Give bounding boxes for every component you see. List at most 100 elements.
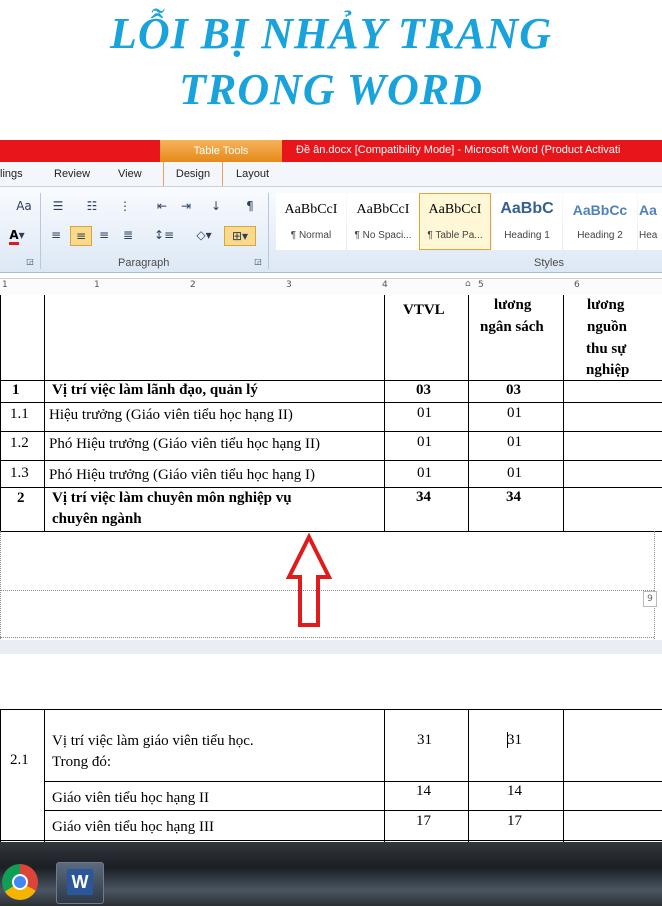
ribbon-separator <box>40 193 41 269</box>
table-tools-contextual-tab: Table Tools <box>160 140 282 162</box>
horizontal-ruler[interactable]: 1 1 2 3 4 5 6 ⌂ <box>0 278 662 296</box>
style-name: Hea <box>639 230 658 241</box>
justify-icon[interactable]: ≣ <box>118 226 138 244</box>
line-spacing-icon[interactable]: ↕≡ <box>150 226 178 244</box>
show-marks-icon[interactable]: ¶ <box>240 197 260 215</box>
indent-marker-icon[interactable]: ⌂ <box>465 279 471 289</box>
row-ngan-sach: 34 <box>506 489 521 505</box>
window-title: Đề ân.docx [Compatibility Mode] - Micros… <box>296 144 621 156</box>
row-vtvl: 01 <box>417 465 432 481</box>
chrome-taskbar-icon[interactable] <box>2 864 38 900</box>
row-name: Vị trí việc làm lãnh đạo, quản lý <box>52 382 258 398</box>
decrease-indent-icon[interactable]: ⇤ <box>152 197 172 215</box>
style-sample: Aa <box>639 202 657 218</box>
table-border <box>384 295 385 531</box>
ruler-number: 1 <box>2 280 8 290</box>
table-border <box>0 709 662 710</box>
style-sample: AaBbCc <box>572 202 628 218</box>
row-name: Giáo viên tiểu học hạng III <box>52 819 215 835</box>
row-name-line2: Trong đó: <box>52 754 112 770</box>
row-ngan-sach: 03 <box>506 382 521 398</box>
word-icon: W <box>67 869 93 895</box>
table-border <box>44 709 45 842</box>
row-name-line1: Vị trí việc làm giáo viên tiểu học. <box>52 733 254 749</box>
style-heading-3[interactable]: Aa Hea <box>638 193 662 250</box>
align-left-icon[interactable]: ≡ <box>46 226 66 244</box>
row-vtvl: 14 <box>416 783 431 799</box>
tab-review[interactable]: Review <box>54 162 94 186</box>
align-center-icon[interactable]: ≡ <box>70 226 92 246</box>
table-border <box>0 840 662 841</box>
style-name: ¶ Table Pa... <box>427 230 483 241</box>
header-vtvl: VTVL <box>403 302 445 318</box>
style-table-paragraph[interactable]: AaBbCcI ¶ Table Pa... <box>419 193 491 250</box>
tab-layout[interactable]: Layout <box>236 162 280 186</box>
table-border <box>44 781 662 782</box>
ruler-number: 5 <box>478 280 484 290</box>
page-title-line-2: TRONG WORD <box>179 65 483 114</box>
up-arrow-annotation-icon <box>286 533 332 627</box>
sort-icon[interactable]: ↓ <box>206 197 226 215</box>
bullets-icon[interactable]: ☰ <box>48 197 68 215</box>
page-gap <box>0 640 662 654</box>
row-ngan-sach: 01 <box>507 465 522 481</box>
ribbon-separator <box>268 193 269 269</box>
borders-icon[interactable]: ⊞▾ <box>224 226 256 246</box>
tab-view[interactable]: View <box>118 162 152 186</box>
chrome-center-icon <box>12 874 28 890</box>
font-dialog-launcher-icon[interactable]: ◲ <box>24 256 36 268</box>
style-name: Heading 1 <box>504 230 550 241</box>
row-ngan-sach: 17 <box>507 813 522 829</box>
tab-design[interactable]: Design <box>163 162 223 186</box>
table-border <box>0 487 662 488</box>
row-stt: 2.1 <box>10 752 29 768</box>
row-stt: 1.3 <box>10 465 29 481</box>
style-sample: AaBbC <box>500 200 554 217</box>
page-title-line-1: LỖI BỊ NHẢY TRANG <box>110 9 552 58</box>
paragraph-dialog-launcher-icon[interactable]: ◲ <box>252 256 264 268</box>
align-right-icon[interactable]: ≡ <box>94 226 114 244</box>
style-sample: AaBbCcI <box>428 202 482 217</box>
shading-icon[interactable]: ◇▾ <box>192 226 216 244</box>
increase-indent-icon[interactable]: ⇥ <box>176 197 196 215</box>
header-nghiep: nghiệp <box>586 362 630 378</box>
table-border <box>44 295 45 531</box>
multilevel-icon[interactable]: ⋮ <box>115 197 135 215</box>
row-ngan-sach[interactable]: 31 <box>507 732 522 749</box>
row-name: Hiệu trưởng (Giáo viên tiểu học hạng II) <box>49 407 293 423</box>
table-border <box>563 295 564 531</box>
ruler-number: 2 <box>190 280 196 290</box>
style-name: ¶ Normal <box>290 230 332 241</box>
word-taskbar-button[interactable]: W <box>56 862 104 904</box>
change-case-icon[interactable]: Aa <box>14 197 34 215</box>
row-stt: 2 <box>17 490 25 506</box>
header-luong-2: lương <box>587 297 625 313</box>
style-no-spacing[interactable]: AaBbCcI ¶ No Spaci... <box>347 193 419 250</box>
table-border <box>0 709 1 842</box>
ruler-number: 4 <box>382 280 388 290</box>
table-border <box>0 431 662 432</box>
style-heading-1[interactable]: AaBbC Heading 1 <box>492 193 562 250</box>
row-stt: 1.1 <box>10 406 29 422</box>
row-stt: 1.2 <box>10 435 29 451</box>
row-vtvl: 31 <box>417 732 432 748</box>
ruler-number: 1 <box>94 280 100 290</box>
tab-mailings[interactable]: lings <box>0 162 40 186</box>
ruler-number: 6 <box>574 280 580 290</box>
ruler-number: 3 <box>286 280 292 290</box>
table-border <box>468 295 469 531</box>
table-border <box>0 460 662 461</box>
style-name: Heading 2 <box>577 230 623 241</box>
numbering-icon[interactable]: ☷ <box>82 197 102 215</box>
style-name: ¶ No Spaci... <box>354 230 412 241</box>
styles-group-label: Styles <box>534 257 564 269</box>
header-nguon: nguồn <box>587 319 628 335</box>
row-name: Phó Hiệu trưởng (Giáo viên tiểu học hạng… <box>49 436 320 452</box>
row-ngan-sach: 14 <box>507 783 522 799</box>
style-heading-2[interactable]: AaBbCc Heading 2 <box>563 193 637 250</box>
style-normal[interactable]: AaBbCcI ¶ Normal <box>276 193 346 250</box>
font-color-icon[interactable]: A▾ <box>6 226 28 245</box>
row-vtvl: 34 <box>416 489 431 505</box>
text-cursor <box>507 732 508 748</box>
text-boundary <box>0 637 654 638</box>
